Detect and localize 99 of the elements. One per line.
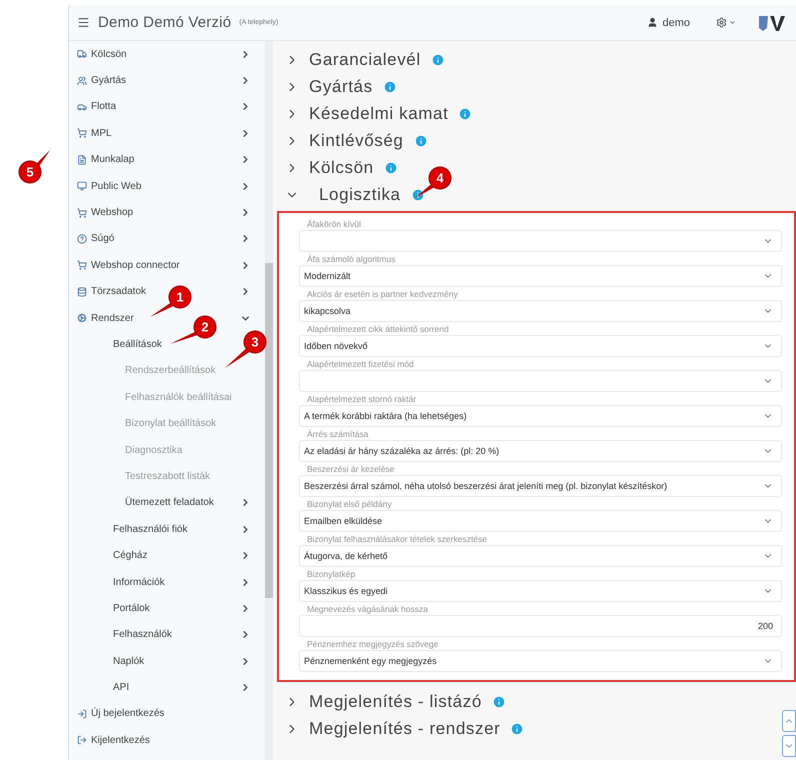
field-label: Megnevezés vágásának hossza xyxy=(306,604,429,615)
callout-tooltip: 5 xyxy=(18,150,50,184)
sidebar-item[interactable]: Portálok xyxy=(113,602,150,614)
callout-tooltip: 2 xyxy=(170,315,217,344)
sidebar-item[interactable]: Cégház xyxy=(113,550,148,562)
sidebar-item[interactable]: Munkalap xyxy=(91,154,134,166)
cart-icon xyxy=(77,208,87,218)
sidebar-item[interactable]: Gyártás xyxy=(91,75,126,86)
sidebar-item[interactable]: Törzsadatok xyxy=(91,286,146,298)
sidebar-item[interactable]: Felhasználók xyxy=(113,629,172,640)
logout-icon xyxy=(77,735,87,746)
sidebar-item[interactable]: Kijelentkezés xyxy=(91,734,150,746)
section-header[interactable]: Gyártás xyxy=(277,73,397,100)
section-title: Garancialevél xyxy=(309,50,421,70)
sidebar-item[interactable]: MPL xyxy=(91,128,112,139)
info-icon[interactable] xyxy=(430,52,445,66)
user-icon xyxy=(647,17,658,28)
field-label: Áfakörön kívül xyxy=(306,219,362,230)
select-field[interactable]: kikapcsolva xyxy=(299,300,782,322)
scrollbar-thumb[interactable] xyxy=(265,263,273,598)
info-icon[interactable] xyxy=(458,106,472,120)
sidebar-item[interactable]: Flotta xyxy=(91,101,116,112)
help-icon xyxy=(77,234,87,244)
monitor-icon xyxy=(77,181,87,192)
field-label: Alapértelmezett cikk áttekintő sorrend xyxy=(306,324,450,335)
section-title: Késedelmi kamat xyxy=(309,104,448,124)
sidebar-item[interactable]: Beállítások xyxy=(113,338,162,350)
section-title: Logisztika xyxy=(318,184,401,204)
info-icon[interactable] xyxy=(492,694,506,708)
sidebar-item[interactable]: Naplók xyxy=(113,656,144,667)
section-title: Gyártás xyxy=(309,76,373,96)
select-field[interactable] xyxy=(299,370,782,392)
scroll-up-button[interactable] xyxy=(782,710,796,732)
user-link[interactable]: demo xyxy=(647,16,690,28)
sidebar-item[interactable]: Kölcsön xyxy=(91,48,127,60)
section-title: Megjelenítés - listázó xyxy=(309,692,482,712)
sidebar-item[interactable]: Ütemezett feladatok xyxy=(125,497,214,508)
field-label: Akciós ár esetén is partner kedvezmény xyxy=(306,289,459,300)
field-label: Árrés számítása xyxy=(306,429,370,440)
sidebar-item[interactable]: Public Web xyxy=(91,180,142,192)
select-field[interactable]: Átugorva, de kérhető xyxy=(299,545,782,567)
select-field[interactable]: Beszerzési árral számol, néha utolsó beszerzési árat jeleníti meg (pl. bizonylat készítéskor) xyxy=(299,475,782,497)
select-field[interactable]: Az eladási ár hány százaléka az árrés: (pl: 20 %) xyxy=(299,440,782,462)
section-title: Kölcsön xyxy=(309,158,374,178)
car-icon xyxy=(77,102,87,112)
section-title: Kintlévőség xyxy=(309,130,404,150)
select-field[interactable]: Pénznemenként egy megjegyzés xyxy=(299,650,782,672)
section-header[interactable]: Megjelenítés - listázó xyxy=(277,688,506,715)
number-field[interactable]: 200 xyxy=(299,615,782,637)
settings-icon xyxy=(716,17,727,28)
info-icon[interactable] xyxy=(510,722,524,736)
field-label: Alapértelmezett fizetési mód xyxy=(306,359,415,370)
truck-icon xyxy=(77,49,87,60)
select-field[interactable]: Modernizált xyxy=(299,265,782,287)
cart-icon xyxy=(77,128,87,138)
select-field[interactable]: A termék korábbi raktára (ha lehetséges) xyxy=(299,405,782,427)
field-label: Pénznemhez megjegyzés szövege xyxy=(306,639,440,650)
sidebar-item[interactable]: API xyxy=(113,682,130,694)
database-icon xyxy=(77,286,87,297)
field-label: Bizonylat felhasználásakor tételek szerkesztése xyxy=(306,534,488,545)
callout-tooltip: 1 xyxy=(150,285,192,317)
caret-icon xyxy=(729,19,736,26)
select-field[interactable]: Időben növekvő xyxy=(299,335,782,357)
section-header[interactable]: Kölcsön xyxy=(277,154,398,181)
people-icon xyxy=(77,76,87,86)
login-icon xyxy=(77,708,87,719)
settings-button[interactable] xyxy=(716,17,736,28)
sidebar-item[interactable]: Súgó xyxy=(91,233,114,244)
info-icon[interactable] xyxy=(414,134,428,148)
gears-icon xyxy=(77,313,87,324)
info-icon[interactable] xyxy=(384,160,398,174)
info-icon[interactable] xyxy=(382,80,397,94)
callout-tooltip: 3 xyxy=(225,330,267,368)
sidebar-item[interactable]: Webshop xyxy=(91,207,134,218)
sidebar-item[interactable]: Webshop connector xyxy=(91,260,180,271)
info-icon[interactable] xyxy=(410,188,425,202)
field-label: Áfa számoló algoritmus xyxy=(306,254,396,265)
document-icon xyxy=(77,154,87,165)
callout-tooltip: 4 xyxy=(415,166,452,198)
section-header[interactable]: Garancialevél xyxy=(277,46,445,73)
select-field[interactable] xyxy=(299,230,782,252)
section-header[interactable]: Kintlévőség xyxy=(277,127,428,154)
cart-icon xyxy=(77,260,87,270)
field-label: Beszerzési ár kezelése xyxy=(306,464,396,475)
field-label: Bizonylatkép xyxy=(306,569,356,580)
section-header[interactable]: Késedelmi kamat xyxy=(277,100,472,127)
app-title: Demo Demó Verzió xyxy=(98,14,232,31)
section-header[interactable]: Megjelenítés - rendszer xyxy=(277,715,524,742)
select-field[interactable]: Klasszikus és egyedi xyxy=(299,580,782,602)
select-field[interactable]: Emailben elküldése xyxy=(299,510,782,532)
sidebar-item[interactable]: Új bejelentkezés xyxy=(91,708,164,720)
sidebar-item[interactable]: Rendszer xyxy=(91,312,134,324)
menu-icon[interactable] xyxy=(77,16,90,29)
sidebar-item[interactable]: Információk xyxy=(113,576,165,588)
section-title: Megjelenítés - rendszer xyxy=(309,718,500,738)
field-label: Alapértelmezett stornó raktár xyxy=(306,394,418,405)
field-label: Bizonylat első példány xyxy=(306,499,393,510)
sidebar-item[interactable]: Felhasználói fiók xyxy=(113,524,188,535)
scroll-down-button[interactable] xyxy=(782,735,796,757)
